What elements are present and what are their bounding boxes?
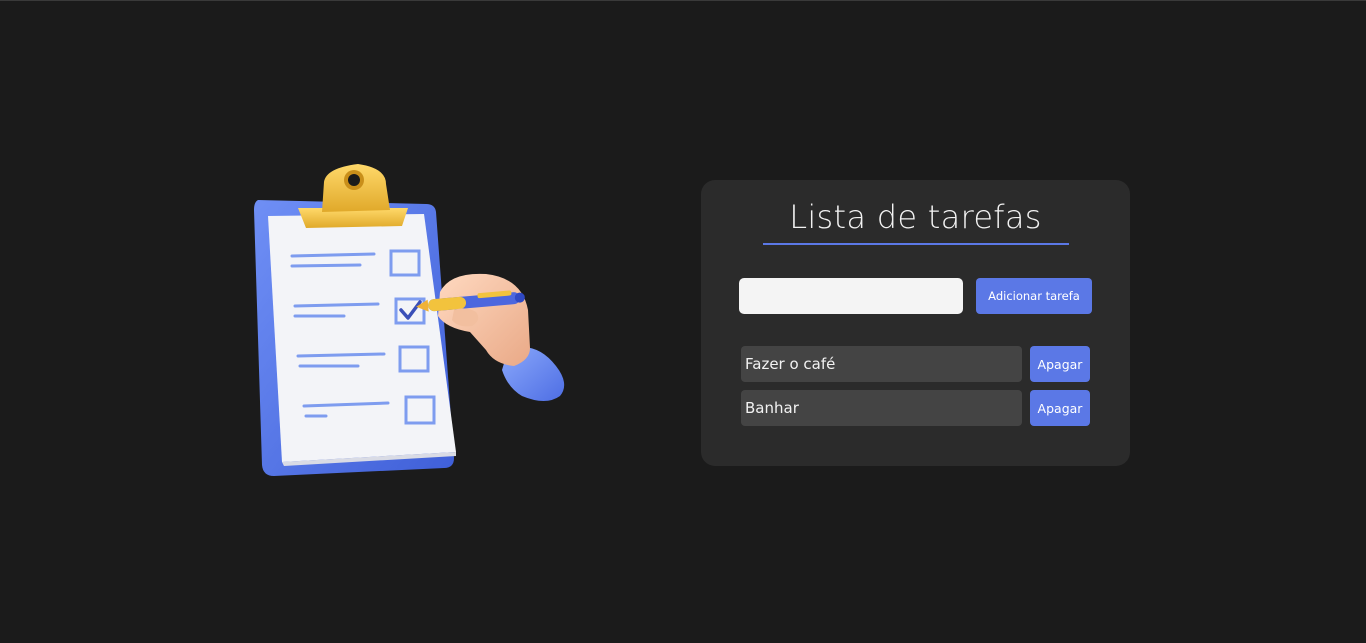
clipboard-checklist-hand-icon bbox=[254, 164, 565, 476]
title-underline bbox=[763, 243, 1069, 245]
page-title: Lista de tarefas bbox=[789, 198, 1042, 236]
task-input[interactable] bbox=[739, 278, 963, 314]
delete-task-button[interactable]: Apagar bbox=[1030, 346, 1090, 382]
top-divider bbox=[0, 0, 1366, 1]
task-list: Fazer o café Apagar Banhar Apagar bbox=[741, 346, 1091, 434]
task-text: Fazer o café bbox=[741, 346, 1022, 382]
list-item: Banhar Apagar bbox=[741, 390, 1091, 426]
add-task-button[interactable]: Adicionar tarefa bbox=[976, 278, 1092, 314]
todo-card: Lista de tarefas Adicionar tarefa Fazer … bbox=[701, 180, 1130, 466]
clipboard-illustration bbox=[240, 160, 580, 490]
delete-task-button[interactable]: Apagar bbox=[1030, 390, 1090, 426]
list-item: Fazer o café Apagar bbox=[741, 346, 1091, 382]
task-text: Banhar bbox=[741, 390, 1022, 426]
